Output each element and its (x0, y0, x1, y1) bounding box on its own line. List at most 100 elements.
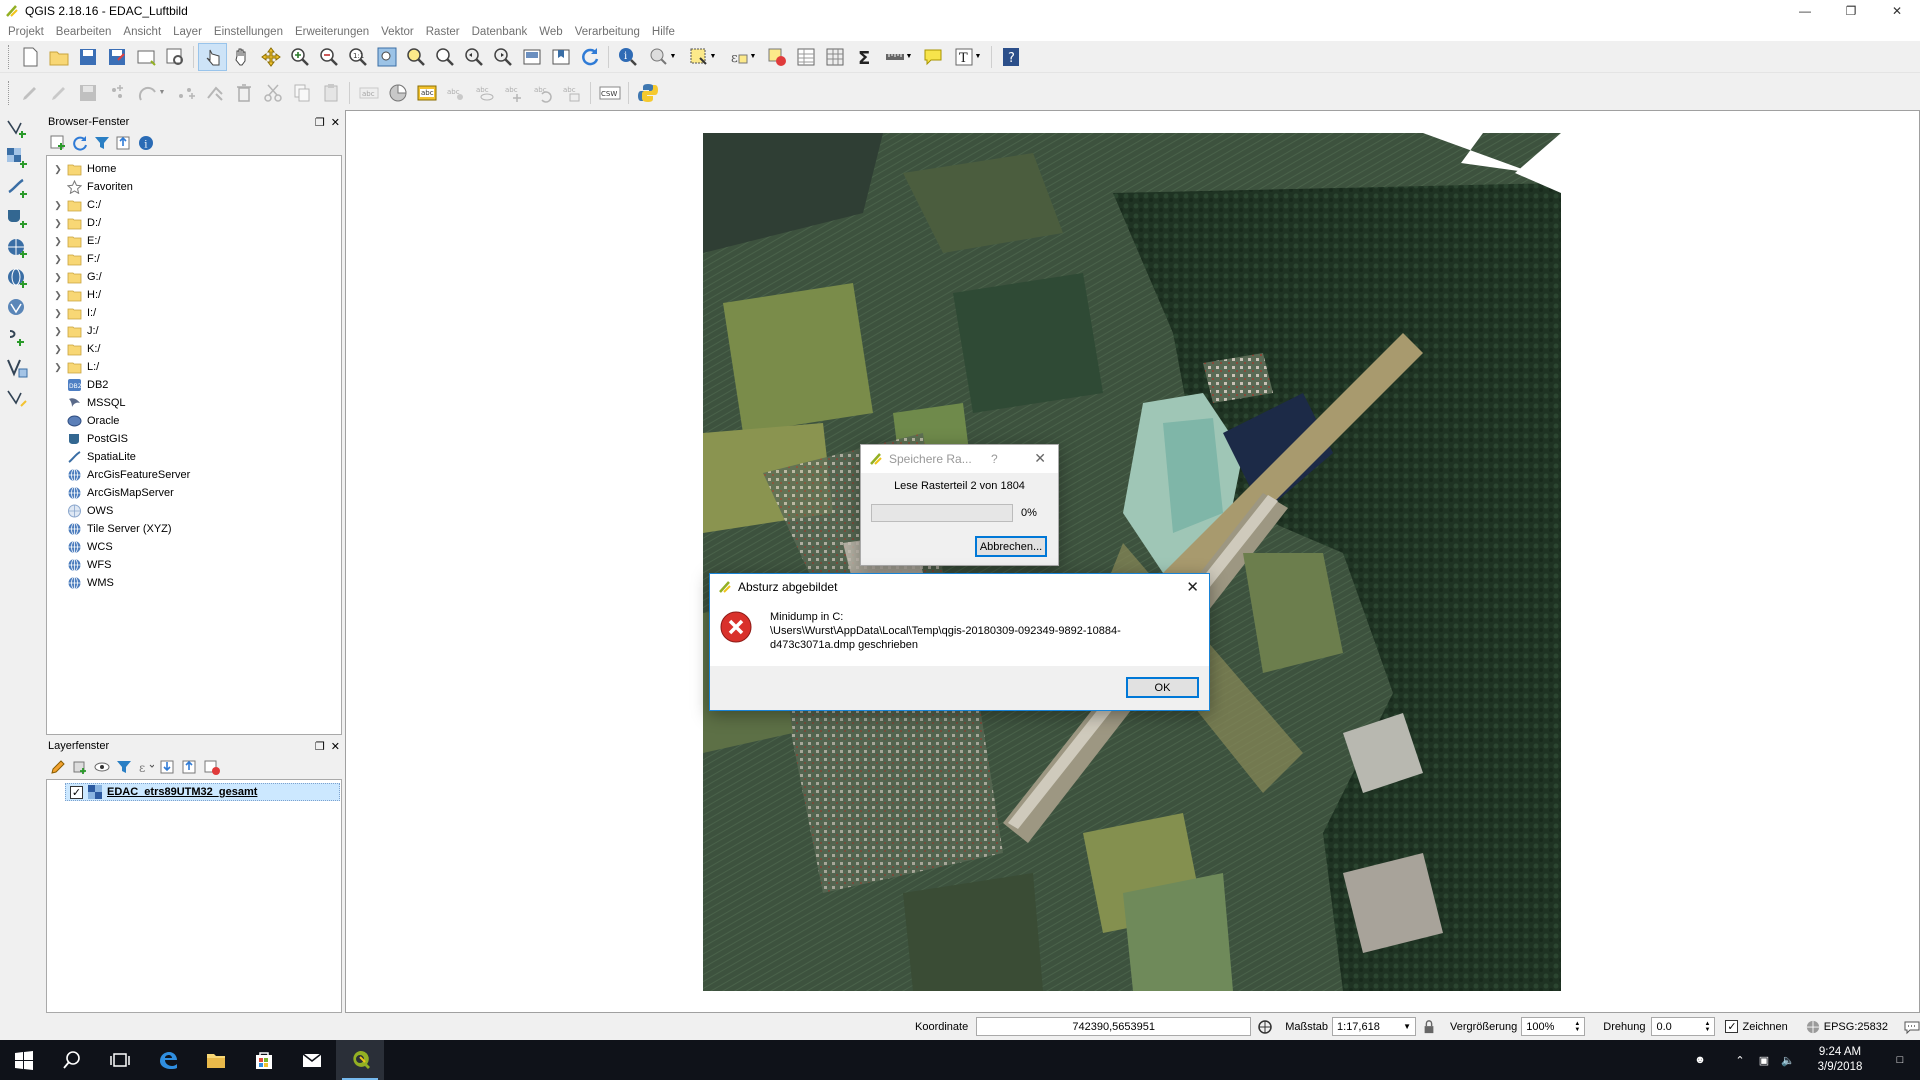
refresh-button[interactable] (575, 43, 604, 71)
add-wfs-layer-button[interactable] (0, 293, 34, 323)
search-button[interactable] (48, 1040, 96, 1080)
scale-combobox[interactable]: 1:17,618 ▼ (1332, 1017, 1417, 1036)
qgis-taskbar-button[interactable] (336, 1040, 384, 1080)
close-panel-icon[interactable]: ✕ (331, 740, 340, 753)
add-virtual-layer-button[interactable] (0, 353, 34, 383)
expand-arrow-icon[interactable]: ❯ (51, 218, 65, 229)
network-icon[interactable]: ▣ (1752, 1054, 1776, 1067)
filter-expression-icon[interactable]: ε (138, 759, 154, 775)
browser-item[interactable]: ArcGisFeatureServer (47, 466, 341, 484)
new-bookmark-button[interactable] (546, 43, 575, 71)
text-annotation-button[interactable]: T ▼ (947, 43, 987, 71)
browser-item[interactable]: ❯ K:/ (47, 340, 341, 358)
float-panel-icon[interactable]: ❐ (315, 116, 325, 129)
pan-to-selected-button[interactable] (256, 43, 285, 71)
menu-projekt[interactable]: Projekt (2, 26, 50, 38)
mail-taskbar-button[interactable] (288, 1040, 336, 1080)
menu-raster[interactable]: Raster (420, 26, 466, 38)
diagram-options-button[interactable] (383, 79, 412, 107)
browser-item[interactable]: WMS (47, 574, 341, 592)
restore-button[interactable]: ❐ (1828, 0, 1874, 22)
composer-manager-button[interactable] (160, 43, 189, 71)
expand-arrow-icon[interactable]: ❯ (51, 236, 65, 247)
browser-item[interactable]: SpatiaLite (47, 448, 341, 466)
info-icon[interactable]: i (138, 135, 154, 151)
dialog-close-icon[interactable]: ✕ (1186, 578, 1199, 596)
ok-button[interactable]: OK (1126, 677, 1199, 698)
open-project-button[interactable] (44, 43, 73, 71)
python-console-button[interactable] (633, 79, 662, 107)
zoom-native-button[interactable]: 1:1 (343, 43, 372, 71)
expand-arrow-icon[interactable]: ❯ (51, 362, 65, 373)
close-panel-icon[interactable]: ✕ (331, 116, 340, 129)
browser-item[interactable]: ❯ H:/ (47, 286, 341, 304)
browser-item[interactable]: ❯ L:/ (47, 358, 341, 376)
browser-item[interactable]: ❯ J:/ (47, 322, 341, 340)
cancel-button[interactable]: Abbrechen... (975, 536, 1047, 557)
browser-item[interactable]: ❯ I:/ (47, 304, 341, 322)
help-button[interactable]: ? (996, 43, 1025, 71)
chevron-up-icon[interactable]: ⌃ (1728, 1054, 1752, 1067)
delete-selected-button[interactable] (229, 79, 258, 107)
expand-arrow-icon[interactable]: ❯ (51, 254, 65, 265)
dialog-close-icon[interactable]: ✕ (1034, 450, 1046, 467)
expand-arrow-icon[interactable]: ❯ (51, 164, 65, 175)
change-label-button[interactable]: abc (557, 79, 586, 107)
run-action-button[interactable]: ▼ (642, 43, 682, 71)
notifications-icon[interactable]: □ (1880, 1054, 1920, 1066)
toggle-editing-button[interactable] (44, 79, 73, 107)
new-map-view-button[interactable] (517, 43, 546, 71)
node-tool-button[interactable] (200, 79, 229, 107)
move-feature-button[interactable] (171, 79, 200, 107)
expand-arrow-icon[interactable]: ❯ (51, 200, 65, 211)
menu-verarbeitung[interactable]: Verarbeitung (569, 26, 646, 38)
remove-layer-icon[interactable] (204, 759, 220, 775)
crs-label[interactable]: EPSG:25832 (1824, 1021, 1888, 1033)
identify-button[interactable]: i (613, 43, 642, 71)
attribute-table-button[interactable] (791, 43, 820, 71)
new-project-button[interactable] (15, 43, 44, 71)
add-group-icon[interactable] (72, 759, 88, 775)
add-spatialite-layer-button[interactable] (0, 173, 34, 203)
copy-features-button[interactable] (287, 79, 316, 107)
help-question-button[interactable]: ? (991, 452, 998, 466)
menu-erweiterungen[interactable]: Erweiterungen (289, 26, 375, 38)
expand-arrow-icon[interactable]: ❯ (51, 290, 65, 301)
browser-item[interactable]: ❯ F:/ (47, 250, 341, 268)
menu-web[interactable]: Web (533, 26, 568, 38)
filter-legend-icon[interactable] (116, 759, 132, 775)
statistical-summary-button[interactable]: Σ (849, 43, 878, 71)
menu-bearbeiten[interactable]: Bearbeiten (50, 26, 118, 38)
float-panel-icon[interactable]: ❐ (315, 740, 325, 753)
pin-labels-button[interactable]: abc (441, 79, 470, 107)
collapse-all-icon[interactable] (116, 135, 132, 151)
layer-visibility-checkbox[interactable]: ✓ (70, 785, 83, 799)
clock[interactable]: 9:24 AM 3/9/2018 (1800, 1045, 1880, 1075)
browser-item[interactable]: PostGIS (47, 430, 341, 448)
render-checkbox[interactable]: ✓ (1725, 1020, 1739, 1033)
add-wms-layer-button[interactable] (0, 233, 34, 263)
save-as-button[interactable] (102, 43, 131, 71)
expand-arrow-icon[interactable]: ❯ (51, 272, 65, 283)
file-explorer-taskbar-button[interactable] (192, 1040, 240, 1080)
layer-row[interactable]: ✓ EDAC_etrs89UTM32_gesamt (65, 783, 340, 801)
browser-item[interactable]: ❯ G:/ (47, 268, 341, 286)
map-canvas[interactable] (345, 110, 1920, 1013)
rotate-label-button[interactable]: abc (528, 79, 557, 107)
browser-item[interactable]: WCS (47, 538, 341, 556)
browser-item[interactable]: ArcGisMapServer (47, 484, 341, 502)
volume-icon[interactable]: 🔈 (1776, 1054, 1800, 1067)
browser-item[interactable]: ❯ D:/ (47, 214, 341, 232)
browser-item[interactable]: Oracle (47, 412, 341, 430)
task-view-button[interactable] (96, 1040, 144, 1080)
add-feature-button[interactable] (102, 79, 131, 107)
expand-arrow-icon[interactable]: ❯ (51, 344, 65, 355)
zoom-out-button[interactable] (314, 43, 343, 71)
highlight-pinned-labels-button[interactable]: abc (412, 79, 441, 107)
browser-item[interactable]: ❯ Home (47, 160, 341, 178)
add-postgis-layer-button[interactable] (0, 203, 34, 233)
start-button[interactable] (0, 1040, 48, 1080)
filter-icon[interactable] (94, 135, 110, 151)
edge-taskbar-button[interactable] (144, 1040, 192, 1080)
browser-item[interactable]: MSSQL (47, 394, 341, 412)
